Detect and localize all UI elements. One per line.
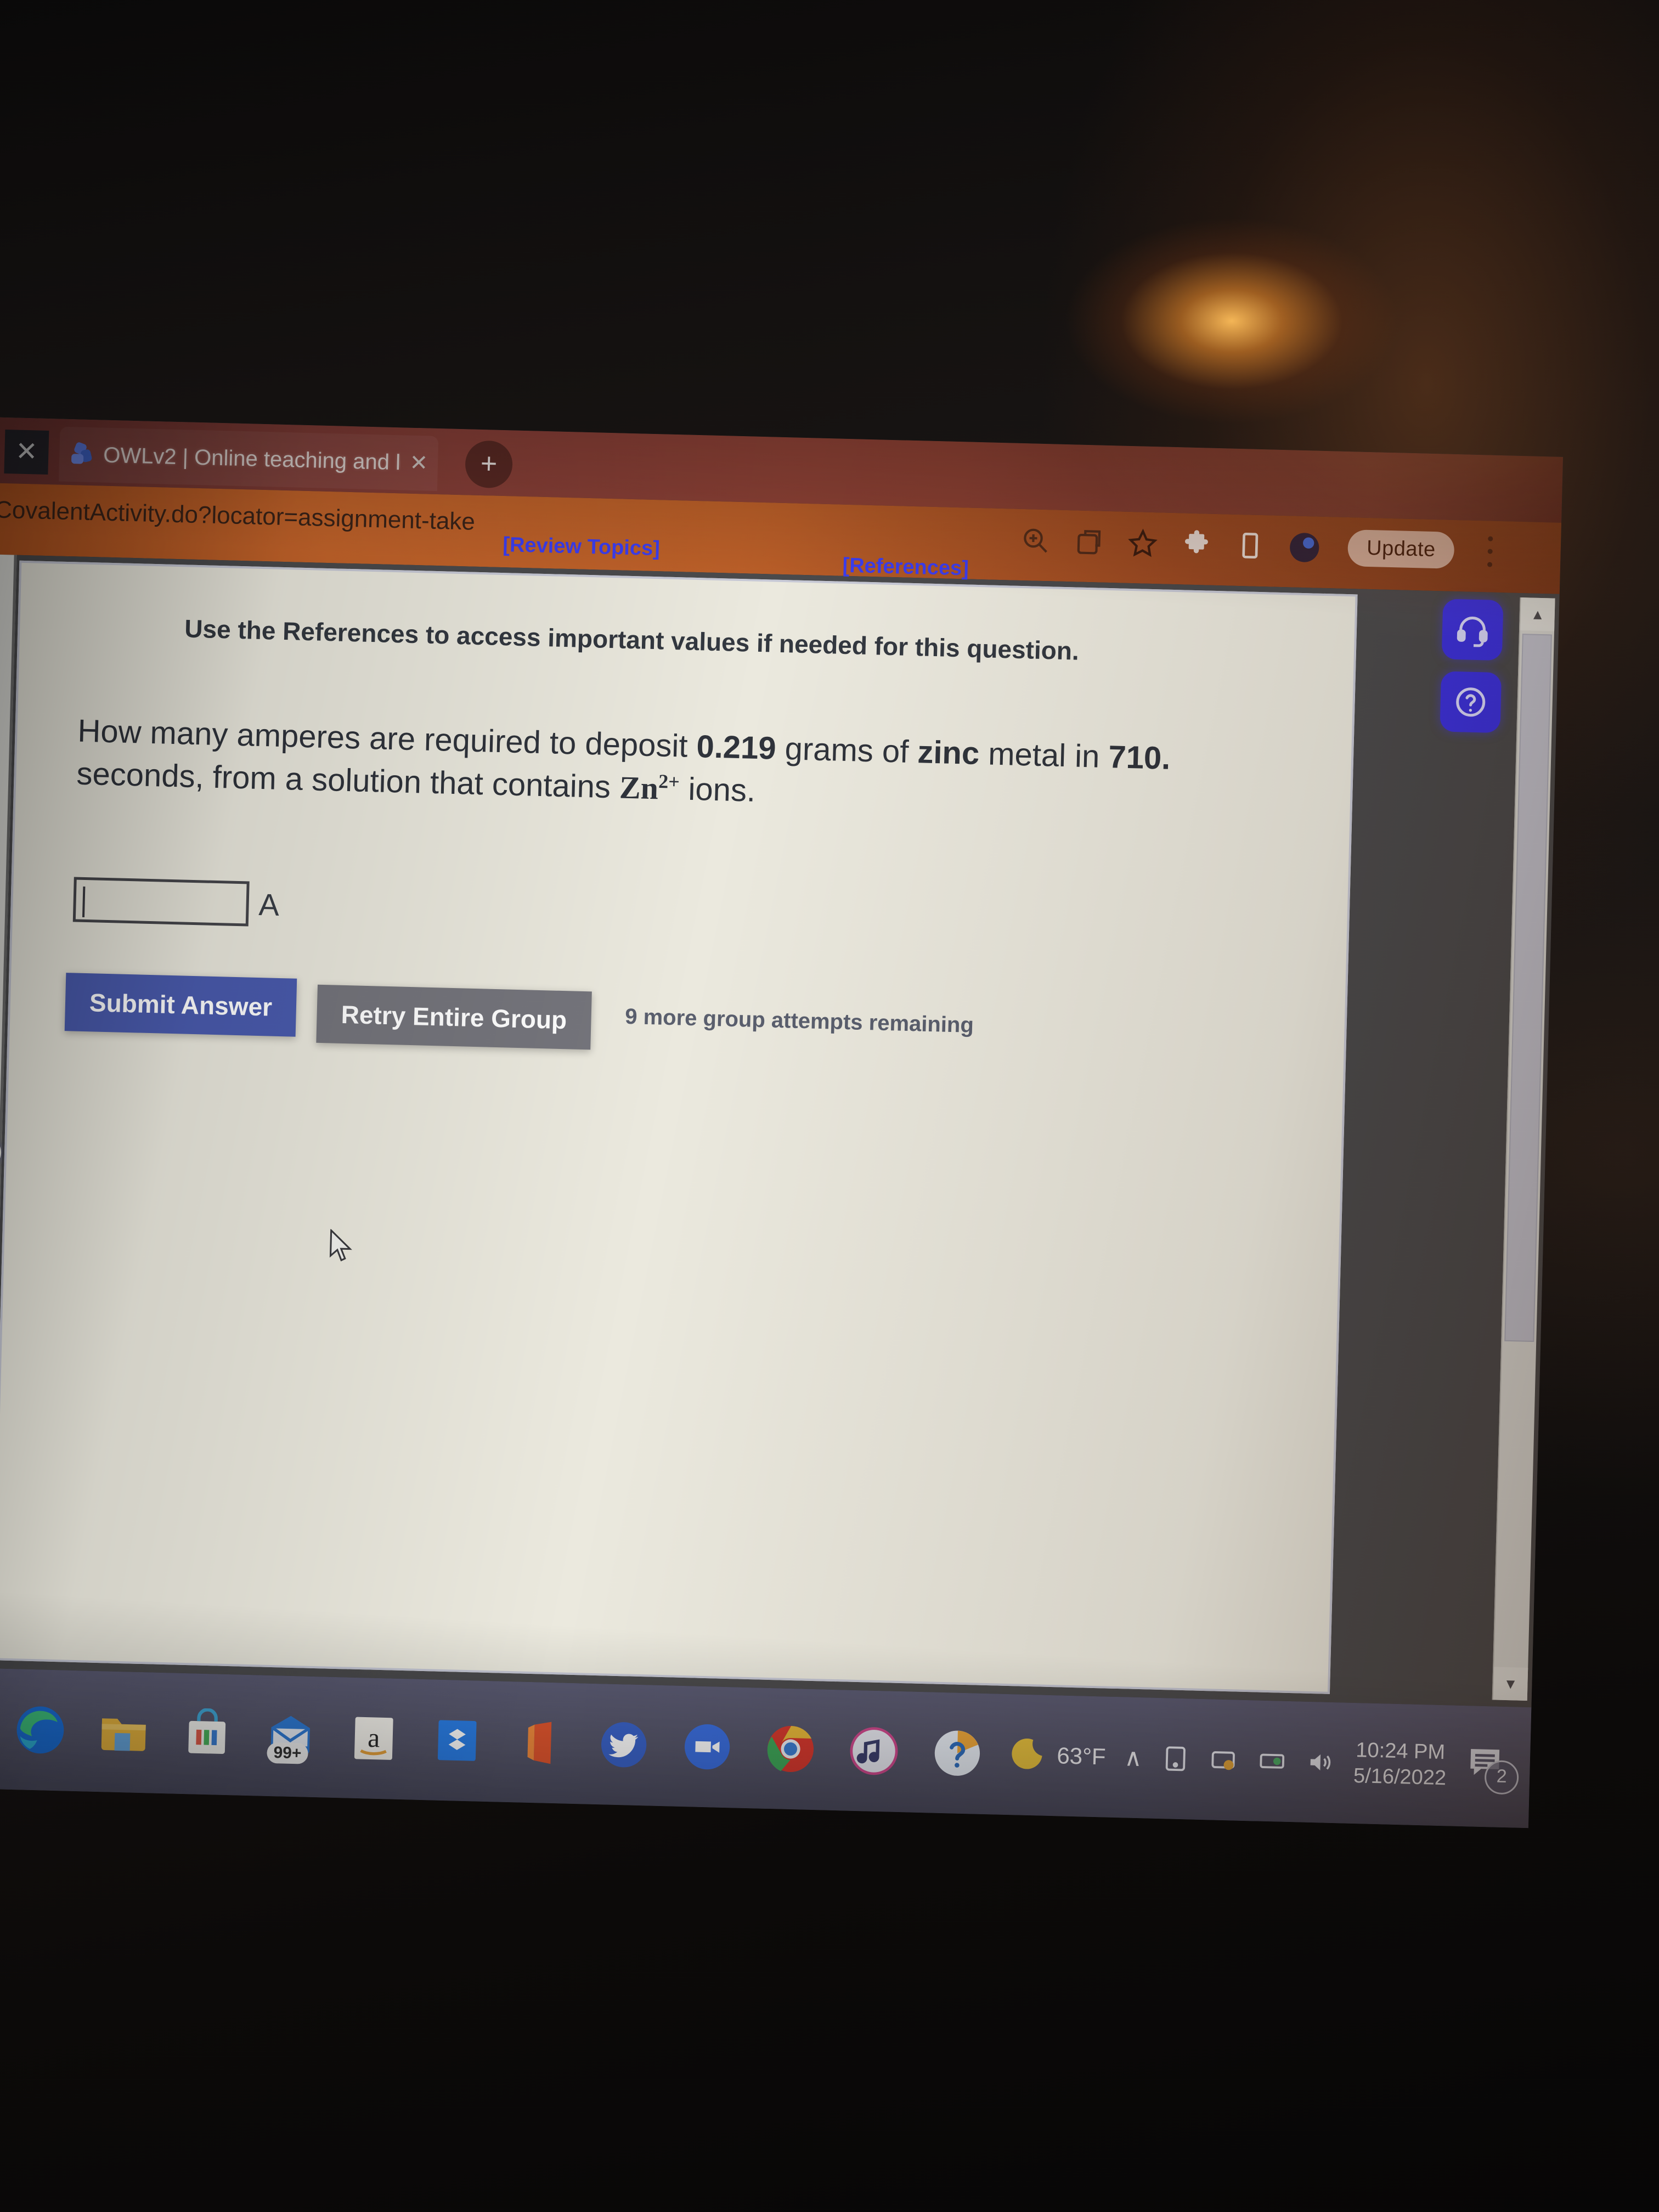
browser-tab[interactable]: OWLv2 | Online teaching and le ✕ — [59, 426, 439, 491]
review-topics-link[interactable]: [Review Topics] — [503, 533, 660, 561]
system-tray: 63°F ∧ 10:24 PM 5/16/2022 2 — [1006, 1728, 1531, 1795]
assignment-content-card: Use the References to access important v… — [0, 560, 1358, 1694]
text-caret — [82, 886, 86, 917]
action-buttons: Submit Answer Retry Entire Group 9 more … — [64, 973, 974, 1059]
svg-text:a: a — [368, 1723, 381, 1753]
taskbar-apps: 99+ a — [0, 1701, 986, 1782]
new-tab-button[interactable]: + — [465, 440, 514, 489]
tray-chevron-icon[interactable]: ∧ — [1124, 1743, 1142, 1772]
moon-weather-icon — [1011, 1739, 1042, 1769]
retry-entire-group-button[interactable]: Retry Entire Group — [316, 984, 592, 1050]
headset-support-icon[interactable] — [1441, 599, 1504, 661]
clock-time: 10:24 PM — [1355, 1738, 1446, 1764]
mouse-cursor — [329, 1229, 352, 1262]
scroll-down-button[interactable]: ▼ — [1493, 1667, 1528, 1701]
sidebar-collapse-button[interactable]: ‹ — [0, 1135, 2, 1170]
volume-icon[interactable] — [1305, 1747, 1335, 1778]
weather-widget[interactable]: 63°F — [1006, 1734, 1107, 1778]
zoom-app-icon[interactable] — [678, 1718, 737, 1776]
dropbox-icon[interactable] — [428, 1711, 487, 1770]
amazon-icon[interactable]: a — [345, 1709, 403, 1768]
question-text: How many amperes are required to deposit… — [76, 710, 1257, 826]
edge-icon[interactable] — [11, 1701, 70, 1759]
three-dot-menu-icon[interactable] — [1485, 535, 1495, 567]
tab-close-icon[interactable]: ✕ — [409, 450, 428, 476]
scroll-up-button[interactable]: ▲ — [1520, 597, 1555, 631]
onedrive-icon[interactable] — [1160, 1743, 1190, 1774]
question-line2-part2: ions. — [679, 771, 756, 809]
window-close-icon[interactable]: ✕ — [4, 430, 49, 475]
update-button[interactable]: Update — [1347, 529, 1455, 569]
twitter-icon[interactable] — [595, 1716, 653, 1774]
microsoft-store-icon[interactable] — [178, 1705, 236, 1764]
attempts-remaining-text: 9 more group attempts remaining — [624, 1004, 974, 1038]
file-explorer-icon[interactable] — [94, 1703, 153, 1762]
network-icon[interactable] — [1257, 1746, 1287, 1776]
office-icon[interactable] — [511, 1713, 570, 1772]
references-link[interactable]: [References] — [842, 554, 969, 581]
question-amount: 0.219 — [696, 729, 777, 766]
music-icon[interactable] — [845, 1722, 904, 1781]
question-mark-help-icon[interactable] — [1440, 671, 1502, 733]
chrome-icon[interactable] — [761, 1720, 820, 1779]
question-line2-part1: seconds, from a solution that contains — [76, 755, 620, 805]
question-time: 710. — [1108, 739, 1171, 776]
instruction-text: Use the References to access important v… — [184, 614, 1080, 665]
owl-logo-icon — [69, 441, 95, 467]
submit-answer-button[interactable]: Submit Answer — [64, 973, 297, 1037]
question-line1-part3: metal in — [979, 736, 1109, 775]
tab-title: OWLv2 | Online teaching and le — [103, 443, 402, 475]
answer-row: A — [72, 877, 280, 927]
mail-badge: 99+ — [267, 1742, 308, 1764]
question-element: zinc — [917, 734, 980, 772]
question-line1-part2: grams of — [775, 730, 918, 770]
battery-icon[interactable] — [1209, 1745, 1239, 1775]
temperature-label: 63°F — [1056, 1742, 1107, 1770]
question-line1-part1: How many amperes are required to deposit — [77, 713, 697, 765]
page-viewport: ‹ [Review Topics] [References] Use the R… — [0, 533, 1560, 1708]
help-icon[interactable] — [928, 1724, 987, 1782]
taskbar-clock[interactable]: 10:24 PM 5/16/2022 — [1353, 1737, 1447, 1792]
notifications-icon[interactable]: 2 — [1464, 1741, 1519, 1795]
notification-count-badge: 2 — [1484, 1760, 1519, 1795]
laptop-screen: ✕ OWLv2 | Online teaching and le ✕ + eCo… — [0, 417, 1564, 1829]
clock-date: 5/16/2022 — [1353, 1764, 1447, 1790]
answer-unit-label: A — [258, 887, 280, 922]
question-ion-charge: 2+ — [658, 770, 680, 793]
answer-input[interactable] — [72, 877, 250, 927]
support-rail — [1440, 599, 1509, 745]
mail-icon[interactable]: 99+ — [261, 1707, 320, 1766]
question-ion-symbol: Zn — [619, 769, 659, 806]
